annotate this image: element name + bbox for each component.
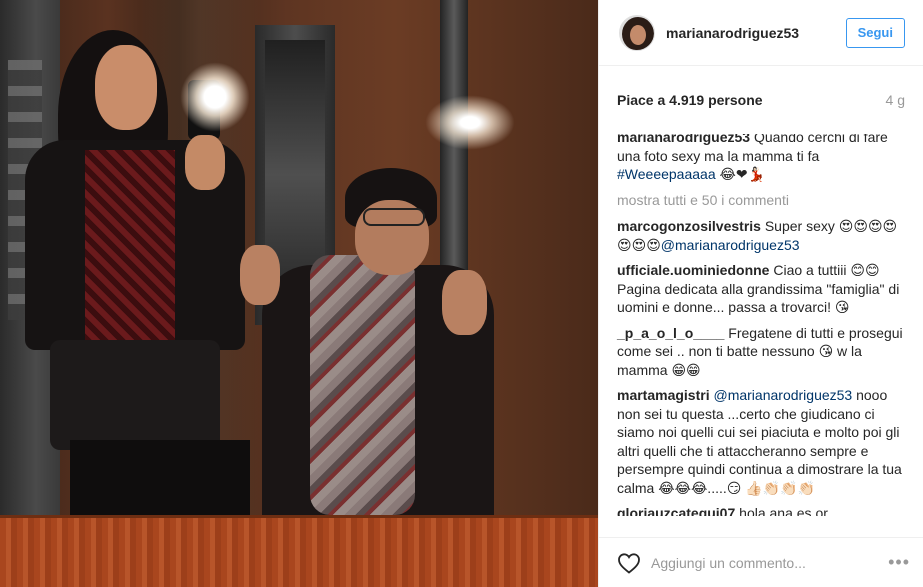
woman-hand xyxy=(185,135,225,190)
comments-list: marianarodriguez53 Quando cerchi di fare… xyxy=(599,134,923,516)
list-item: ufficiale.uominiedonne Ciao a tuttiii 😊😊… xyxy=(617,261,905,317)
list-item: marcogonzosilvestris Super sexy 😍😍😍😍😍😍😍@… xyxy=(617,217,905,254)
ceiling-light xyxy=(425,95,515,150)
mother-scarf xyxy=(310,255,415,515)
comment-text: nooo non sei tu questa ...certo che giud… xyxy=(617,387,902,496)
post-photo[interactable] xyxy=(0,0,598,587)
woman-legs xyxy=(70,440,250,520)
mother-left-hand xyxy=(240,245,280,305)
heart-icon[interactable] xyxy=(617,552,641,574)
comment-username[interactable]: _p_a_o_l_o____ xyxy=(617,325,724,341)
avatar-face xyxy=(630,24,646,45)
comment-bar: ••• xyxy=(599,537,923,587)
follow-button[interactable]: Segui xyxy=(845,17,905,48)
more-options-icon[interactable]: ••• xyxy=(888,552,910,573)
comment-mention[interactable]: @marianarodriguez53 xyxy=(713,387,852,403)
username-link[interactable]: marianarodriguez53 xyxy=(666,25,846,41)
wooden-handrail xyxy=(0,515,598,587)
woman-skirt xyxy=(50,340,220,450)
likes-count[interactable]: Piace a 4.919 persone xyxy=(617,92,763,108)
comment-username[interactable]: marcogonzosilvestris xyxy=(617,218,761,234)
caption-hashtag[interactable]: #Weeeepaaaaa xyxy=(617,166,716,182)
comment-username[interactable]: gloriauzcategui07 xyxy=(617,505,735,516)
mother-right-hand xyxy=(442,270,487,335)
post-time[interactable]: 4 g xyxy=(886,92,905,108)
show-all-comments-link[interactable]: mostra tutti e 50 i commenti xyxy=(617,191,905,210)
post-header: marianarodriguez53 Segui xyxy=(599,0,923,66)
list-item: _p_a_o_l_o____ Fregatene di tutti e pros… xyxy=(617,324,905,380)
likes-row: Piace a 4.919 persone 4 g xyxy=(599,66,923,134)
comment-mention[interactable]: @marianarodriguez53 xyxy=(661,237,800,253)
caption-emoji: 😂❤💃🏻 xyxy=(715,166,766,182)
caption-username[interactable]: marianarodriguez53 xyxy=(617,134,750,145)
comment-username[interactable]: martamagistri xyxy=(617,387,710,403)
caption: marianarodriguez53 Quando cerchi di fare… xyxy=(617,134,905,184)
list-item: gloriauzcategui07 hola ana es or xyxy=(617,504,905,516)
phone-flash xyxy=(180,62,250,132)
woman-blouse xyxy=(85,150,175,350)
comment-text: hola ana es or xyxy=(739,505,828,516)
post-sidebar: marianarodriguez53 Segui Piace a 4.919 p… xyxy=(598,0,923,587)
mother-glasses xyxy=(363,208,425,226)
list-item: martamagistri @marianarodriguez53 nooo n… xyxy=(617,386,905,497)
add-comment-input[interactable] xyxy=(651,554,889,571)
avatar[interactable] xyxy=(619,14,655,51)
woman-face xyxy=(95,45,157,130)
comment-username[interactable]: ufficiale.uominiedonne xyxy=(617,262,769,278)
